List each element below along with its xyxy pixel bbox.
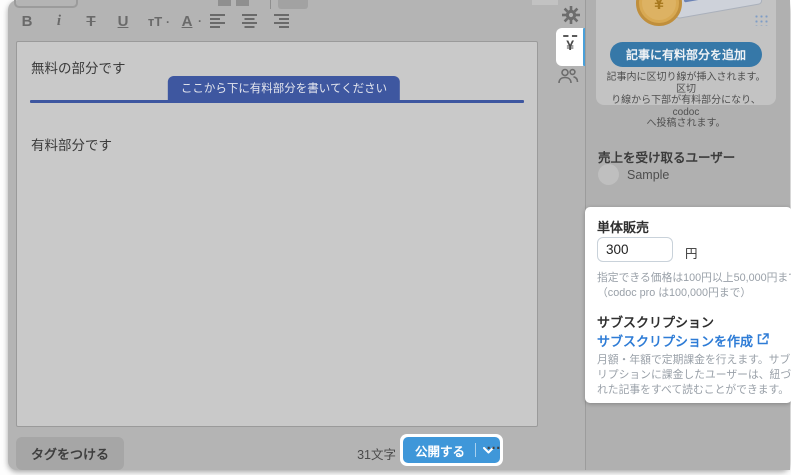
bold-button[interactable]: B: [18, 13, 36, 30]
article-editor[interactable]: 無料の部分です ここから下に有料部分を書いてください 有料部分です: [16, 41, 538, 427]
format-toolbar: B i T U тT A: [18, 9, 292, 33]
top-cropped-divider: [270, 0, 271, 9]
italic-button[interactable]: i: [50, 13, 68, 30]
top-cropped-button: [14, 0, 78, 8]
single-sale-heading: 単体販売: [597, 217, 649, 236]
codoc-promo-card: ¥ 記事に有料部分を追加 記事内に区切り線が挿入されます。区切 り線から下部が有…: [596, 0, 776, 105]
top-cropped-fragment: [278, 0, 308, 9]
members-icon[interactable]: [557, 68, 579, 84]
underline-button[interactable]: U: [114, 13, 132, 30]
free-section-text: 無料の部分です: [31, 57, 126, 77]
top-cropped-fragment: [532, 0, 558, 5]
publish-button-label: 公開する: [403, 441, 475, 460]
create-subscription-link[interactable]: サブスクリプションを作成: [597, 331, 753, 350]
paid-section-text: 有料部分です: [31, 134, 112, 154]
paid-line-icon: ¥: [562, 35, 578, 53]
editor-window: B i T U тT A 無料の部分です: [8, 0, 790, 470]
tab-monetization[interactable]: ¥: [556, 28, 586, 66]
paid-divider-line: ここから下に有料部分を書いてください: [30, 100, 524, 103]
revenue-user-heading: 売上を受け取るユーザー: [598, 147, 735, 166]
gear-icon[interactable]: [561, 5, 581, 25]
align-left-icon[interactable]: [210, 14, 228, 28]
strikethrough-button[interactable]: T: [82, 13, 100, 30]
subscription-heading: サブスクリプション: [597, 312, 714, 331]
add-tags-button[interactable]: タグをつける: [16, 437, 124, 470]
character-count: 31文字: [326, 444, 396, 463]
dots-decoration: [754, 14, 768, 26]
paid-divider-badge: ここから下に有料部分を書いてください: [168, 76, 400, 100]
create-subscription-row: サブスクリプションを作成: [597, 331, 769, 350]
add-paid-section-description: 記事内に区切り線が挿入されます。区切 り線から下部が有料部分になり、codoc …: [602, 72, 770, 130]
text-color-button[interactable]: A: [178, 13, 196, 30]
top-cropped-fragment: [236, 0, 249, 6]
more-options-button[interactable]: …: [486, 436, 502, 453]
external-link-icon: [757, 332, 769, 350]
price-range-note: 指定できる価格は100円以上50,000円まで （codoc pro は100,…: [597, 271, 791, 301]
yen-coin-icon: ¥: [636, 0, 682, 26]
font-size-button[interactable]: тT: [146, 14, 164, 29]
revenue-user-name: Sample: [627, 168, 669, 182]
subscription-note: 月額・年額で定期課金を行えます。サブスク リプションに課金したユーザーは、紐づけ…: [597, 353, 791, 397]
add-paid-section-button[interactable]: 記事に有料部分を追加: [610, 42, 762, 67]
monetization-panel: ¥ 記事に有料部分を追加 記事内に区切り線が挿入されます。区切 り線から下部が有…: [585, 0, 790, 470]
top-cropped-fragment: [218, 0, 231, 6]
avatar: [598, 164, 619, 185]
paid-article-illustration: ¥: [596, 0, 776, 40]
single-sale-spotlight-box: 単体販売 円 指定できる価格は100円以上50,000円まで （codoc pr…: [585, 207, 791, 403]
align-right-icon[interactable]: [274, 14, 292, 28]
price-input[interactable]: [597, 237, 673, 262]
align-center-icon[interactable]: [242, 14, 260, 28]
currency-label: 円: [685, 243, 698, 262]
